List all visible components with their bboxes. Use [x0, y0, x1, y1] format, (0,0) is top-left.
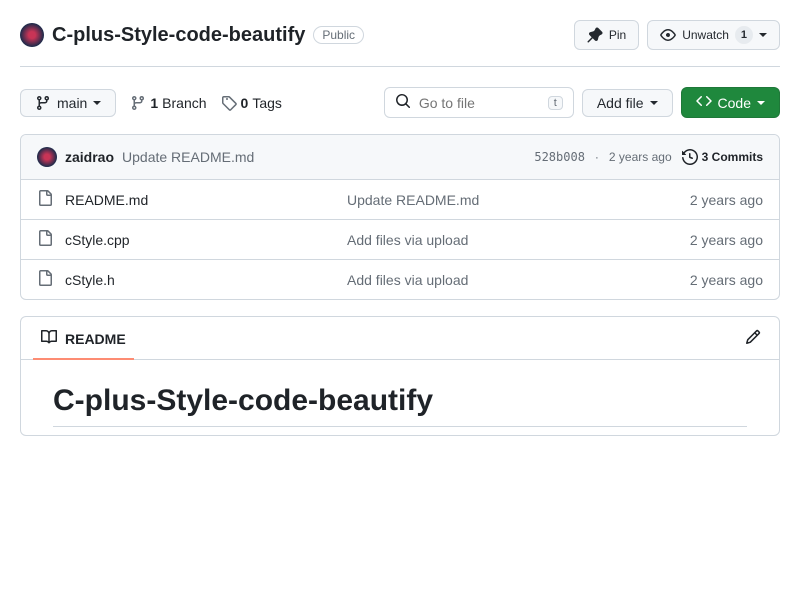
- branch-icon: [35, 95, 51, 111]
- watch-label: Unwatch: [682, 28, 729, 42]
- file-time: 2 years ago: [643, 272, 763, 288]
- branch-select-button[interactable]: main: [20, 89, 116, 117]
- tags-link[interactable]: 0 Tags: [221, 95, 282, 111]
- commit-author[interactable]: zaidrao: [65, 149, 114, 165]
- repo-header: C-plus-Style-code-beautify Public Pin Un…: [20, 20, 780, 67]
- commit-time: 2 years ago: [609, 150, 672, 164]
- readme-heading: C-plus-Style-code-beautify: [53, 384, 747, 427]
- caret-down-icon: [757, 101, 765, 105]
- tags-label: Tags: [252, 95, 282, 111]
- file-row[interactable]: cStyle.cpp Add files via upload 2 years …: [21, 220, 779, 260]
- file-row[interactable]: README.md Update README.md 2 years ago: [21, 180, 779, 220]
- commit-hash[interactable]: 528b008: [534, 150, 585, 164]
- commits-count: 3 Commits: [702, 150, 763, 164]
- branches-count: 1: [150, 95, 158, 111]
- owner-avatar[interactable]: [20, 23, 44, 47]
- file-commit-msg[interactable]: Add files via upload: [347, 272, 643, 288]
- eye-icon: [660, 27, 676, 43]
- watch-button[interactable]: Unwatch 1: [647, 20, 780, 50]
- file-commit-msg[interactable]: Update README.md: [347, 192, 643, 208]
- watch-count: 1: [735, 26, 753, 44]
- caret-down-icon: [650, 101, 658, 105]
- code-icon: [696, 93, 712, 112]
- edit-readme-button[interactable]: [739, 323, 767, 354]
- file-listing: zaidrao Update README.md 528b008 · 2 yea…: [20, 134, 780, 300]
- file-icon: [37, 230, 53, 249]
- file-icon: [37, 190, 53, 209]
- search-input[interactable]: [419, 95, 540, 111]
- code-button[interactable]: Code: [681, 87, 780, 118]
- visibility-badge: Public: [313, 26, 364, 44]
- pin-label: Pin: [609, 28, 626, 42]
- readme-box: README C-plus-Style-code-beautify: [20, 316, 780, 436]
- file-name[interactable]: README.md: [65, 192, 148, 208]
- code-label: Code: [718, 95, 751, 111]
- repo-name[interactable]: C-plus-Style-code-beautify: [52, 24, 305, 47]
- caret-down-icon: [759, 33, 767, 37]
- branches-label: Branch: [162, 95, 206, 111]
- file-name[interactable]: cStyle.cpp: [65, 232, 130, 248]
- file-icon: [37, 270, 53, 289]
- file-row[interactable]: cStyle.h Add files via upload 2 years ag…: [21, 260, 779, 299]
- search-icon: [395, 93, 411, 112]
- readme-tab[interactable]: README: [33, 317, 134, 360]
- pin-button[interactable]: Pin: [574, 20, 639, 50]
- readme-body: C-plus-Style-code-beautify: [21, 360, 779, 435]
- commits-link[interactable]: 3 Commits: [682, 149, 763, 165]
- file-time: 2 years ago: [643, 192, 763, 208]
- pencil-icon: [745, 332, 761, 348]
- tags-count: 0: [241, 95, 249, 111]
- file-commit-msg[interactable]: Add files via upload: [347, 232, 643, 248]
- file-search[interactable]: t: [384, 87, 574, 118]
- file-name[interactable]: cStyle.h: [65, 272, 115, 288]
- repo-toolbar: main 1 Branch 0 Tags t: [20, 87, 780, 118]
- branches-link[interactable]: 1 Branch: [130, 95, 206, 111]
- caret-down-icon: [93, 101, 101, 105]
- search-kbd: t: [548, 96, 563, 110]
- pin-icon: [587, 27, 603, 43]
- book-icon: [41, 329, 57, 348]
- latest-commit-bar: zaidrao Update README.md 528b008 · 2 yea…: [21, 135, 779, 180]
- commit-message[interactable]: Update README.md: [122, 149, 254, 165]
- add-file-button[interactable]: Add file: [582, 89, 673, 117]
- branch-name: main: [57, 95, 87, 111]
- readme-tab-label: README: [65, 331, 126, 347]
- add-file-label: Add file: [597, 95, 644, 111]
- commit-author-avatar[interactable]: [37, 147, 57, 167]
- file-time: 2 years ago: [643, 232, 763, 248]
